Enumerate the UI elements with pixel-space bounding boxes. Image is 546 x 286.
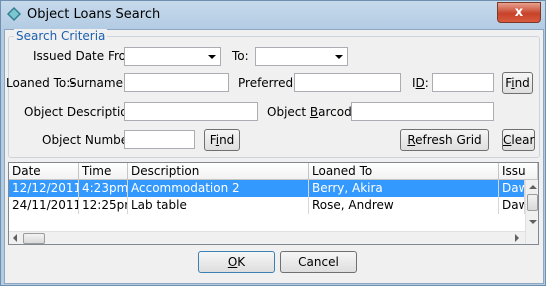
loaned-to-label: Loaned To:-	[6, 76, 75, 90]
loans-grid[interactable]: Date Time Description Loaned To Issu 12/…	[8, 162, 539, 245]
ok-button[interactable]: OK	[198, 251, 275, 273]
id-label: ID:	[412, 76, 429, 90]
scroll-left-icon[interactable]	[13, 234, 17, 242]
id-field[interactable]	[432, 73, 494, 92]
table-row[interactable]: 24/11/2011 12:25pm Lab table Rose, Andre…	[9, 197, 525, 214]
object-number-field[interactable]	[124, 130, 195, 149]
search-criteria-legend: Search Criteria	[14, 29, 108, 43]
dialog-window: Object Loans Search x Search Criteria Is…	[0, 0, 546, 286]
cell-description: Accommodation 2	[128, 180, 309, 197]
column-header-date[interactable]: Date	[9, 163, 79, 180]
issued-date-from-combo[interactable]	[124, 47, 221, 66]
vertical-scroll-thumb[interactable]	[527, 194, 538, 211]
grid-header: Date Time Description Loaned To Issu	[9, 163, 538, 180]
column-header-time[interactable]: Time	[79, 163, 128, 180]
column-header-issued[interactable]: Issu	[499, 163, 538, 180]
column-header-description[interactable]: Description	[128, 163, 309, 180]
chevron-down-icon[interactable]	[331, 48, 347, 65]
object-description-label: Object Description:	[24, 105, 140, 119]
issued-date-to-combo[interactable]	[255, 47, 348, 66]
scroll-up-icon[interactable]	[529, 185, 537, 189]
column-header-loaned-to[interactable]: Loaned To	[309, 163, 499, 180]
find-object-button[interactable]: Find	[204, 129, 240, 151]
cancel-button[interactable]: Cancel	[280, 251, 357, 273]
preferred-field[interactable]	[294, 73, 401, 92]
id-label-accel: D	[415, 76, 425, 90]
search-criteria-group: Search Criteria Issued Date From: To: Lo…	[6, 29, 540, 158]
refresh-grid-accel: R	[407, 133, 416, 147]
close-icon: x	[514, 5, 524, 20]
scroll-right-icon[interactable]	[515, 234, 519, 242]
to-label: To:	[232, 49, 249, 63]
refresh-grid-button[interactable]: Refresh Grid	[400, 129, 489, 151]
find-object-post: nd	[219, 133, 235, 147]
clear-post: lear	[511, 133, 535, 147]
close-button[interactable]: x	[497, 2, 541, 23]
cell-date: 24/11/2011	[9, 197, 79, 214]
cell-loaned-to: Berry, Akira	[309, 180, 499, 197]
find-loanee-button[interactable]: Find	[502, 72, 533, 94]
surname-field[interactable]	[124, 73, 229, 92]
cell-issued: Daws	[499, 180, 525, 197]
cell-time: 12:25pm	[79, 197, 128, 214]
cell-loaned-to: Rose, Andrew	[309, 197, 499, 214]
object-barcode-accel: B	[309, 105, 319, 119]
vertical-scrollbar[interactable]	[525, 180, 538, 244]
horizontal-scrollbar[interactable]	[9, 231, 525, 244]
window-title: Object Loans Search	[27, 7, 161, 22]
chevron-down-icon[interactable]	[204, 48, 220, 65]
ok-post: K	[237, 255, 246, 269]
cell-time: 4:23pm	[79, 180, 128, 197]
clear-button[interactable]: Clear	[502, 129, 535, 151]
cell-issued: Daws	[499, 197, 525, 214]
find-loanee-post: nd	[514, 76, 530, 90]
surname-label: Surname:	[69, 76, 128, 90]
horizontal-scroll-thumb[interactable]	[23, 233, 45, 244]
table-row[interactable]: 12/12/2011 4:23pm Accommodation 2 Berry,…	[9, 180, 525, 197]
object-barcode-field[interactable]	[351, 102, 494, 121]
refresh-grid-post: efresh Grid	[415, 133, 482, 147]
object-number-label: Object Number:	[42, 133, 137, 147]
id-label-post: :	[424, 76, 429, 90]
ok-accel: O	[227, 255, 238, 269]
cell-date: 12/12/2011	[9, 180, 79, 197]
object-barcode-pre: Object	[267, 105, 310, 119]
scroll-down-icon[interactable]	[529, 220, 537, 224]
dialog-client: Search Criteria Issued Date From: To: Lo…	[4, 29, 544, 284]
title-bar[interactable]: Object Loans Search x	[1, 1, 545, 29]
app-diamond-icon	[7, 7, 21, 21]
object-description-field[interactable]	[124, 102, 258, 121]
preferred-label: Preferred:	[238, 76, 298, 90]
cell-description: Lab table	[128, 197, 309, 214]
object-barcode-label: Object Barcode:	[267, 105, 363, 119]
